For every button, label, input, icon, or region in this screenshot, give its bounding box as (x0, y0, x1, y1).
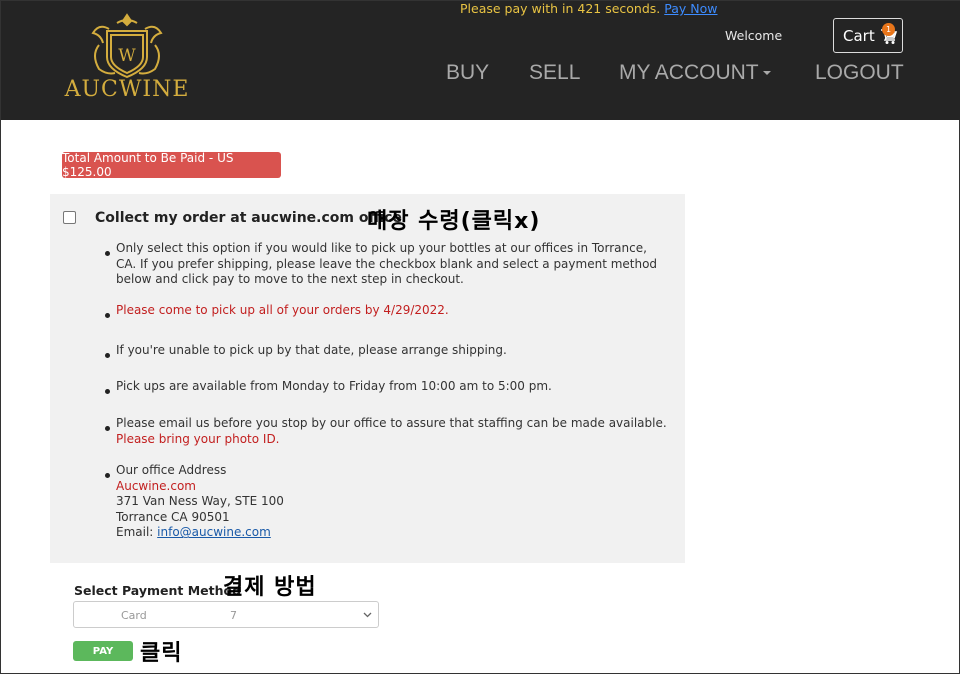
caret-down-icon (762, 71, 771, 76)
bullet-marker (105, 426, 110, 431)
cart-count-badge: 1 (882, 23, 895, 36)
total-amount-button[interactable]: Total Amount to Be Paid - US $125.00 (62, 151, 281, 179)
pickup-info-text: Only select this option if you would lik… (116, 241, 658, 287)
payment-method-label: Select Payment Method (74, 583, 242, 598)
pickup-hours-text: Pick ups are available from Monday to Fr… (116, 379, 552, 393)
bullet-marker (105, 389, 110, 394)
pickup-annotation: 매장 수령(클릭x) (367, 209, 541, 234)
chevron-down-icon (363, 612, 372, 618)
payment-method-select[interactable]: Card 7 (73, 601, 379, 628)
nav-my-account[interactable]: MY ACCOUNT (619, 61, 771, 85)
pickup-email-note: Please email us before you stop by our o… (116, 416, 667, 446)
pickup-shipping-text: If you're unable to pick up by that date… (116, 343, 507, 357)
cart-button[interactable]: Cart 1 (833, 18, 903, 53)
bullet-marker (105, 353, 110, 358)
office-email-link[interactable]: info@aucwine.com (157, 525, 271, 539)
svg-text:W: W (118, 46, 136, 66)
payment-annotation: 결제 방법 (223, 575, 317, 600)
pickup-deadline-text: Please come to pick up all of your order… (116, 303, 449, 317)
timer-text: Please pay with in 421 seconds. (460, 1, 661, 16)
site-header: Please pay with in 421 seconds. Pay Now … (1, 1, 960, 120)
payment-timer: Please pay with in 421 seconds. Pay Now (460, 1, 717, 16)
cart-label: Cart (843, 26, 875, 45)
pay-now-link[interactable]: Pay Now (664, 1, 717, 16)
bullet-marker (105, 473, 110, 478)
welcome-text: Welcome (725, 28, 783, 43)
logo-text[interactable]: AUCWINE (59, 77, 195, 102)
office-company: Aucwine.com (116, 478, 196, 493)
pay-button[interactable]: PAY (73, 641, 133, 661)
bullet-marker (105, 251, 110, 256)
nav-my-account-label: MY ACCOUNT (619, 61, 759, 84)
pickup-checkbox[interactable] (63, 211, 76, 224)
nav-sell[interactable]: SELL (529, 61, 580, 85)
office-address: Our office Address Aucwine.com 371 Van N… (116, 463, 284, 540)
payment-card-number: 7 (230, 609, 237, 622)
nav-logout[interactable]: LOGOUT (815, 61, 904, 85)
nav-buy[interactable]: BUY (446, 61, 489, 85)
payment-card-value: Card (121, 609, 147, 622)
bullet-marker (105, 313, 110, 318)
pickup-checkbox-label[interactable]: Collect my order at aucwine.com office (95, 210, 402, 226)
click-annotation: 클릭 (140, 641, 183, 666)
